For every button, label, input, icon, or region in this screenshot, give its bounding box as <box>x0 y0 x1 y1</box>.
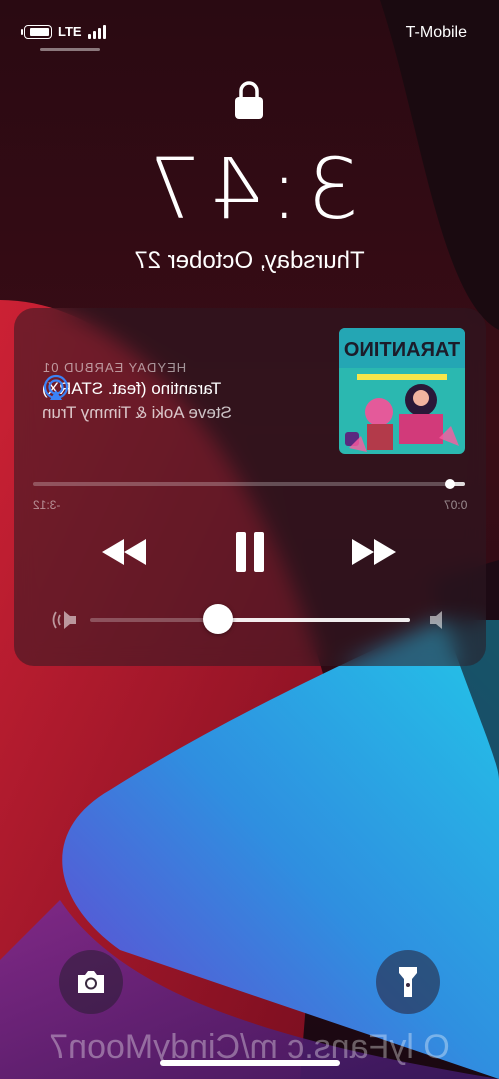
lock-icon <box>233 80 265 120</box>
remaining-time: -3:12 <box>33 498 61 512</box>
pause-icon <box>236 532 264 572</box>
notification-pull-indicator[interactable] <box>40 48 100 51</box>
song-title: Tarantino (feat. STARX) <box>42 379 222 398</box>
status-indicators: LTE <box>21 24 106 39</box>
fast-forward-icon <box>352 539 396 565</box>
flashlight-button[interactable] <box>376 950 440 1014</box>
volume-slider[interactable] <box>90 604 410 634</box>
signal-icon <box>87 24 106 39</box>
airplay-icon[interactable] <box>42 374 70 402</box>
home-indicator[interactable] <box>160 1060 340 1066</box>
flashlight-icon <box>399 967 417 997</box>
speaker-low-icon <box>426 608 450 632</box>
lock-time: 3:47 <box>139 140 360 238</box>
camera-button[interactable] <box>59 950 123 1014</box>
fast-forward-button[interactable] <box>348 532 398 572</box>
network-type: LTE <box>58 24 82 39</box>
output-device: HEYDAY EARBUD 01 <box>42 360 187 375</box>
carrier-name: T-Mobile <box>405 24 467 41</box>
track-info[interactable]: HEYDAY EARBUD 01 Tarantino (feat. STARX)… <box>42 360 322 423</box>
playback-scrubber[interactable] <box>444 479 455 489</box>
now-playing-widget[interactable]: TARANTINO HEYDAY EARBUD 01 Tarantino (fe… <box>14 308 486 666</box>
camera-icon <box>78 971 104 993</box>
playback-progress-slider[interactable] <box>33 479 465 489</box>
volume-knob[interactable] <box>203 604 233 634</box>
artist-name: Steve Aoki & Timmy Trun <box>42 403 232 422</box>
status-bar: LTE T-Mobile <box>0 22 499 46</box>
speaker-high-icon <box>50 608 76 632</box>
album-art-title: TARANTINO <box>344 339 460 361</box>
battery-icon <box>21 24 52 39</box>
pause-button[interactable] <box>228 532 272 572</box>
elapsed-time: 0:07 <box>443 498 467 512</box>
rewind-icon <box>102 539 146 565</box>
rewind-button[interactable] <box>100 532 150 572</box>
album-art[interactable]: TARANTINO <box>339 328 465 454</box>
lock-date: Thursday, October 27 <box>134 247 365 274</box>
